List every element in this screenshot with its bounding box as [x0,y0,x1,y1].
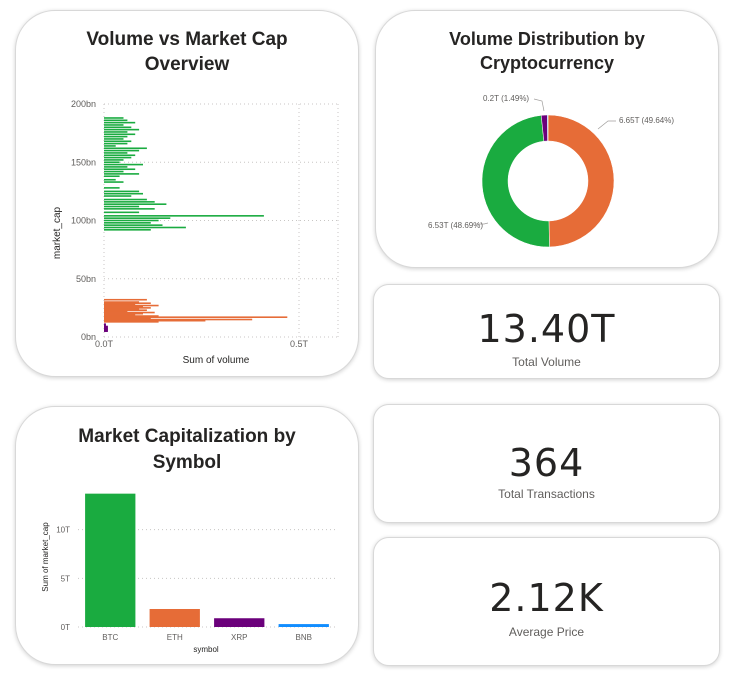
btc-volume-bar [104,195,132,197]
btc-volume-bar [104,229,151,231]
total-volume-label: Total Volume [512,355,581,369]
eth-donut-slice [547,114,615,248]
y-axis-label: market_cap [52,206,63,259]
bar-y-axis-label: Sum of market_cap [41,522,50,592]
bar-x-axis-label: symbol [193,645,219,654]
btc-donut-label: 6.53T (48.69%) [428,221,483,230]
total-transactions-card[interactable]: 364 Total Transactions [373,404,720,523]
btc-volume-bar [104,135,128,138]
x-tick-label: XRP [231,633,247,642]
btc-volume-bar [104,201,155,203]
x-tick-label: BNB [296,633,312,642]
btc-volume-bar [104,131,128,133]
volume-market-cap-chart: 0bn 50bn 100bn 150bn 200bn 0.0T 0.5T market_c… [52,99,339,366]
total-volume-value: 13.40T [477,307,616,351]
x-tick-label: ETH [167,633,183,642]
btc-volume-bar [104,224,163,226]
btc-volume-bar [104,170,124,173]
btc-volume-bar [104,147,147,150]
market-cap-bar-chart: 0T 5T 10T BTC ETH XRP BNB Sum of market_cap s… [41,493,336,654]
btc-volume-bar [104,190,140,193]
btc-volume-bar [104,187,120,189]
eth-market-cap-bar [149,608,200,627]
btc-volume-bar [104,145,116,147]
btc-volume-bar [104,175,120,178]
volume-market-cap-card[interactable]: Volume vs Market Cap Overview 0bn 50bn 100… [15,10,359,377]
btc-volume-bar [104,181,124,183]
btc-volume-bar [104,205,140,208]
y-tick-label: 0T [61,623,70,632]
btc-volume-bar [104,119,128,122]
btc-volume-bar [104,173,140,175]
btc-volume-bar [104,198,147,201]
btc-volume-bar [104,138,124,140]
bnb-donut-slice [547,114,549,142]
xrp-donut-label: 0.2T (1.49%) [483,94,529,103]
btc-volume-bar [104,161,120,164]
btc-volume-bar [104,178,116,181]
btc-volume-bar [104,222,151,224]
y-tick-label: 50bn [76,274,96,284]
x-tick-label: 0.5T [290,339,309,349]
y-tick-label: 200bn [71,99,96,109]
y-tick-label: 5T [61,574,70,583]
btc-donut-slice [481,115,550,248]
average-price-value: 2.12K [489,576,604,620]
btc-volume-bar [104,217,171,219]
btc-volume-bar [104,226,186,229]
eth-donut-label: 6.65T (49.64%) [619,116,674,125]
x-tick-label: BTC [102,633,118,642]
y-tick-label: 0bn [81,332,96,342]
average-price-label: Average Price [508,625,585,639]
x-axis-label: Sum of volume [183,355,250,366]
eth-volume-bar [104,321,159,323]
btc-volume-bar [104,168,136,171]
total-transactions-value: 364 [508,441,585,485]
btc-volume-bar [104,166,128,168]
total-transactions-label: Total Transactions [498,487,595,501]
average-price-card[interactable]: 2.12K Average Price [373,537,720,666]
btc-volume-bar [104,128,140,131]
btc-volume-bar [104,163,143,166]
xrp-market-cap-bar [214,618,265,627]
bnb-market-cap-bar [278,624,329,627]
btc-volume-bar [104,121,136,124]
btc-volume-bar [104,117,124,119]
xrp-leader-line [533,98,545,112]
btc-volume-bar [104,133,136,136]
btc-volume-bar [104,142,128,145]
btc-volume-bar [104,211,140,214]
btc-volume-bar [104,203,167,205]
btc-volume-bar [104,156,132,159]
eth-volume-bar [104,298,147,301]
volume-distribution-card[interactable]: Volume Distribution by Cryptocurrency 6.… [375,10,719,268]
y-tick-label: 100bn [71,216,96,226]
btc-volume-bar [104,154,136,157]
btc-volume-bar [104,219,159,222]
btc-volume-bar [104,140,132,143]
btc-volume-bar [104,152,128,154]
btc-volume-bar [104,149,140,152]
total-volume-card[interactable]: 13.40T Total Volume [373,284,720,379]
btc-volume-bar [104,159,124,161]
btc-volume-bar [104,192,143,195]
eth-leader-line [597,120,616,130]
btc-volume-bar [104,215,264,217]
y-tick-label: 150bn [71,157,96,167]
btc-volume-bar [104,126,132,129]
xrp-volume-bar [104,330,108,332]
btc-volume-bar [104,208,155,210]
y-tick-label: 10T [56,526,70,535]
market-cap-by-symbol-card[interactable]: Market Capitalization by Symbol 0T 5T 10T … [15,406,359,665]
volume-distribution-donut-chart: 6.65T (49.64%) 6.53T (48.69%) 0.2T (1.49%) [428,94,674,248]
btc-volume-bar [104,124,124,126]
btc-market-cap-bar [85,493,136,627]
x-tick-label: 0.0T [95,339,114,349]
